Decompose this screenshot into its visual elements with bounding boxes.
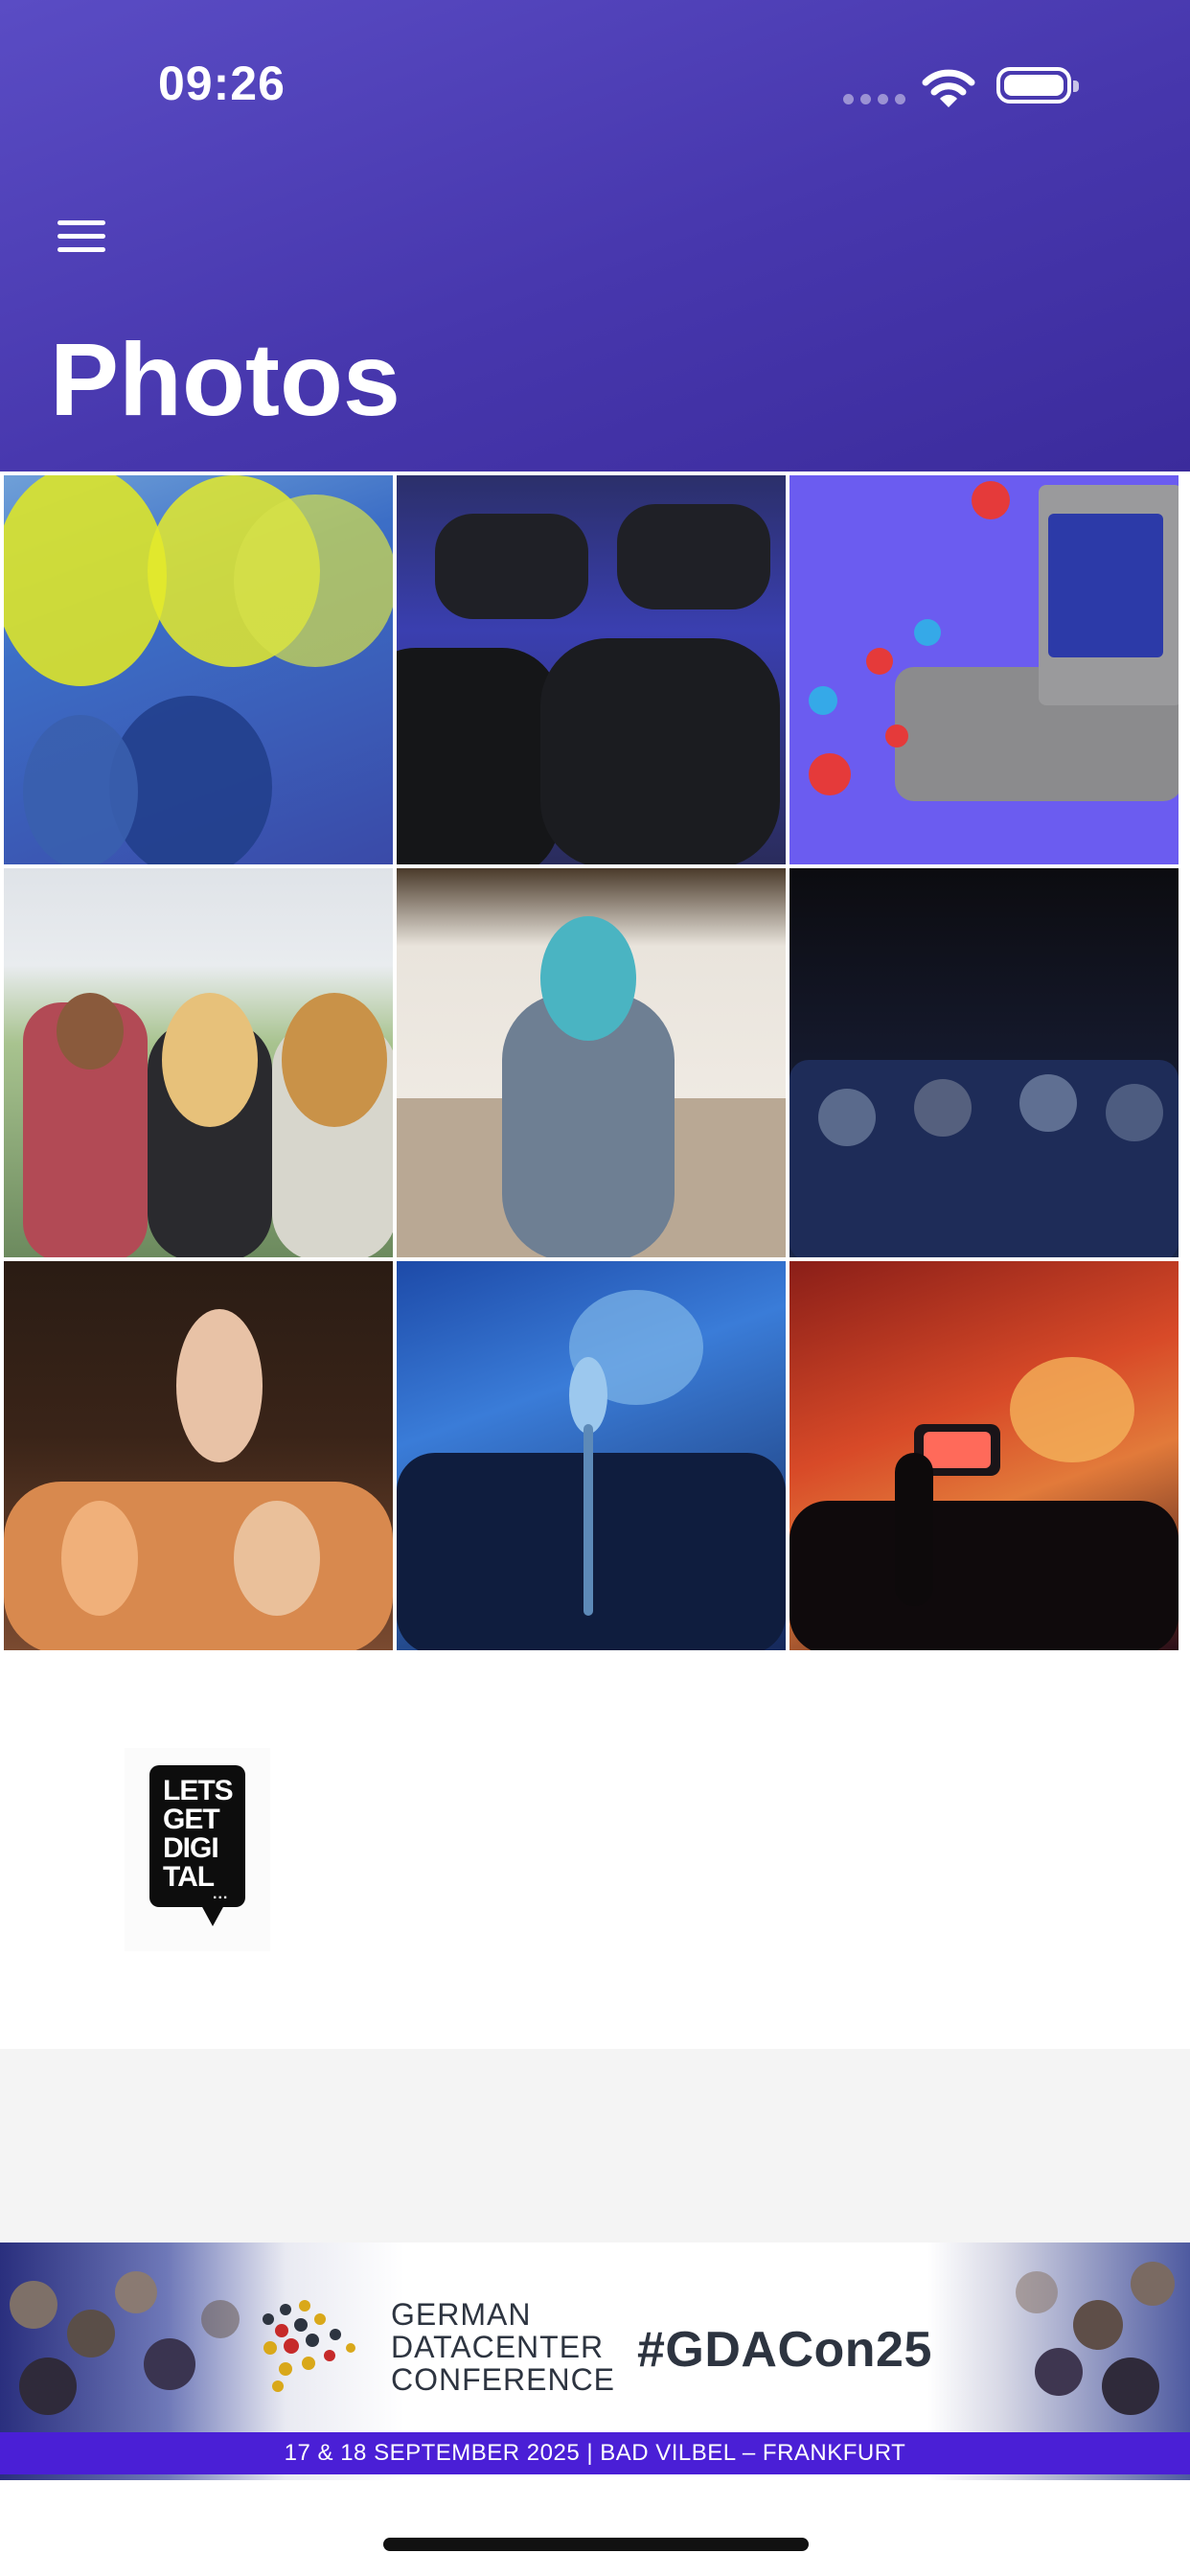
photo-color-festival[interactable] (4, 475, 393, 864)
logo-line-3: DIGI (163, 1832, 219, 1864)
photo-concert-hands[interactable] (4, 1261, 393, 1650)
page-title: Photos (50, 321, 400, 437)
content-spacer (0, 2049, 1190, 2242)
conference-date-location: 17 & 18 SEPTEMBER 2025 | BAD VILBEL – FR… (0, 2432, 1190, 2474)
conference-banner[interactable]: GERMAN DATACENTER CONFERENCE #GDACon25 1… (0, 2242, 1190, 2480)
banner-crowd-image (0, 2242, 287, 2434)
app-header: 09:26 Photos (0, 0, 1190, 472)
banner-crowd-image-right (958, 2242, 1190, 2434)
lets-get-digital-logo[interactable]: LETS GET DIGI TAL ... (125, 1748, 270, 1951)
home-indicator[interactable] (383, 2538, 809, 2551)
photo-phone-concert[interactable] (790, 1261, 1179, 1650)
logo-dots: ... (213, 1886, 229, 1902)
hamburger-menu-icon[interactable] (54, 213, 111, 261)
photo-conference-chairs[interactable] (397, 475, 786, 864)
status-time: 09:26 (158, 57, 286, 110)
conference-hashtag: #GDACon25 (637, 2322, 932, 2378)
cellular-signal-icon (843, 94, 906, 105)
conference-name: GERMAN DATACENTER CONFERENCE (391, 2297, 616, 2397)
conference-logo-icon (263, 2300, 355, 2392)
battery-icon (996, 67, 1079, 104)
photo-festival-crowd[interactable] (4, 868, 393, 1257)
photo-microphone-stage[interactable] (397, 1261, 786, 1650)
photo-audience-speaker[interactable] (397, 868, 786, 1257)
photo-grid (0, 473, 1190, 1652)
logo-line-2: GET (163, 1804, 220, 1835)
photo-dark-audience[interactable] (790, 868, 1179, 1257)
photo-social-stage[interactable] (790, 475, 1179, 864)
wifi-icon (922, 69, 975, 107)
logo-line-1: LETS (163, 1775, 234, 1806)
